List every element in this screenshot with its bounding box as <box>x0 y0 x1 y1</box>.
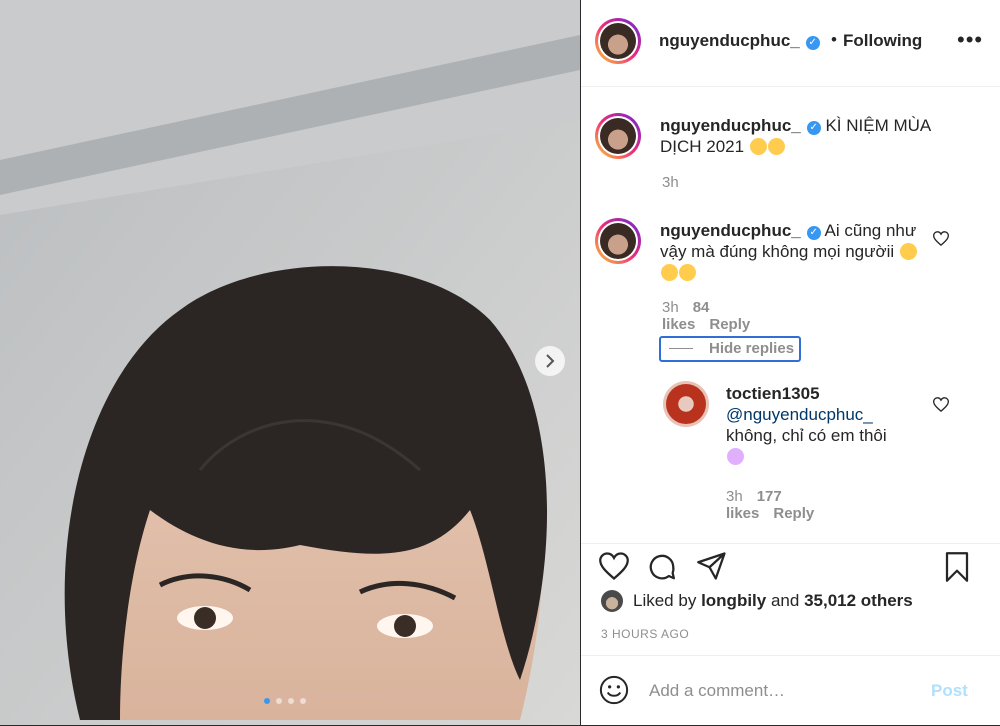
post-button[interactable]: Post <box>931 681 968 701</box>
reply-reply-button[interactable]: Reply <box>773 505 814 522</box>
emoji-icon <box>727 448 744 465</box>
carousel-dot <box>264 698 270 704</box>
separator: • <box>831 30 837 49</box>
comment-meta: 3h 84 likes Reply <box>662 299 750 333</box>
verified-badge-icon: ✓ <box>806 226 821 240</box>
emoji-icon <box>899 243 917 260</box>
emoji-icon <box>661 264 678 281</box>
avatar[interactable] <box>601 590 623 612</box>
more-options-icon[interactable]: ••• <box>957 29 983 51</box>
hide-replies-button[interactable]: Hide replies <box>659 336 801 362</box>
comment-text: nguyenducphuc_ ✓ Ai cũng như vậy mà đúng … <box>660 220 930 283</box>
caption-time[interactable]: 3h <box>662 174 679 191</box>
photo-scene <box>0 0 580 725</box>
emoji-icon <box>749 138 767 155</box>
add-comment-bar: Post <box>581 655 1000 726</box>
post-actions <box>581 543 1000 582</box>
post-details-panel: nguyenducphuc_ ✓ • Following ••• nguyendu… <box>581 0 1000 725</box>
author-username-wrap: nguyenducphuc_ ✓ <box>659 31 820 51</box>
post-time[interactable]: 3 HOURS AGO <box>601 627 689 641</box>
chevron-right-icon <box>546 354 555 368</box>
divider <box>669 348 693 349</box>
post-header: nguyenducphuc_ ✓ • Following ••• <box>581 0 1000 87</box>
caption-username[interactable]: nguyenducphuc_ <box>660 116 801 135</box>
emoji-icon <box>679 264 696 281</box>
avatar[interactable] <box>595 113 641 159</box>
following-button[interactable]: Following <box>843 31 922 51</box>
author-username[interactable]: nguyenducphuc_ <box>659 31 800 50</box>
avatar[interactable] <box>595 18 641 64</box>
carousel-dots <box>264 698 306 704</box>
verified-badge-icon: ✓ <box>805 36 820 50</box>
reply-time[interactable]: 3h <box>726 488 743 505</box>
hide-replies-label: Hide replies <box>709 340 795 357</box>
reply-username[interactable]: toctien1305 <box>726 384 820 403</box>
comment-input[interactable] <box>647 680 921 702</box>
emoji-picker-icon[interactable] <box>599 675 629 705</box>
liked-by-prefix: Liked by <box>633 591 697 610</box>
post-photo <box>0 0 580 725</box>
comments-list[interactable]: nguyenducphuc_ ✓ KÌ NIỆM MÙA DỊCH 2021 3h… <box>581 87 1000 542</box>
caption-text: nguyenducphuc_ ✓ KÌ NIỆM MÙA DỊCH 2021 <box>660 115 950 157</box>
heart-icon[interactable] <box>933 397 949 412</box>
comment-reply-button[interactable]: Reply <box>709 316 750 333</box>
heart-icon[interactable] <box>933 231 949 246</box>
verified-badge-icon: ✓ <box>806 121 821 135</box>
reply-text: toctien1305 @nguyenducphuc_ không, chỉ c… <box>726 383 926 467</box>
reply-meta: 3h 177 likes Reply <box>726 488 814 522</box>
comment-username[interactable]: nguyenducphuc_ <box>660 221 801 240</box>
reply-body: không, chỉ có em thôi <box>726 426 887 445</box>
avatar[interactable] <box>663 381 709 427</box>
carousel-dot <box>276 698 282 704</box>
carousel-dot <box>288 698 294 704</box>
liked-by-user[interactable]: longbily <box>701 591 766 611</box>
share-icon[interactable] <box>697 552 727 580</box>
carousel-dot <box>300 698 306 704</box>
emoji-icon <box>767 138 785 155</box>
liked-by-and: and <box>770 591 800 610</box>
comment-icon[interactable] <box>647 552 677 582</box>
like-heart-icon[interactable] <box>599 552 629 580</box>
reply-mention[interactable]: @nguyenducphuc_ <box>726 405 873 424</box>
save-bookmark-icon[interactable] <box>943 552 971 582</box>
next-photo-button[interactable] <box>535 346 565 376</box>
avatar[interactable] <box>595 218 641 264</box>
liked-by-others[interactable]: 35,012 others <box>804 591 913 611</box>
likes-summary: Liked by longbily and 35,012 others <box>601 590 913 612</box>
comment-time[interactable]: 3h <box>662 299 679 316</box>
